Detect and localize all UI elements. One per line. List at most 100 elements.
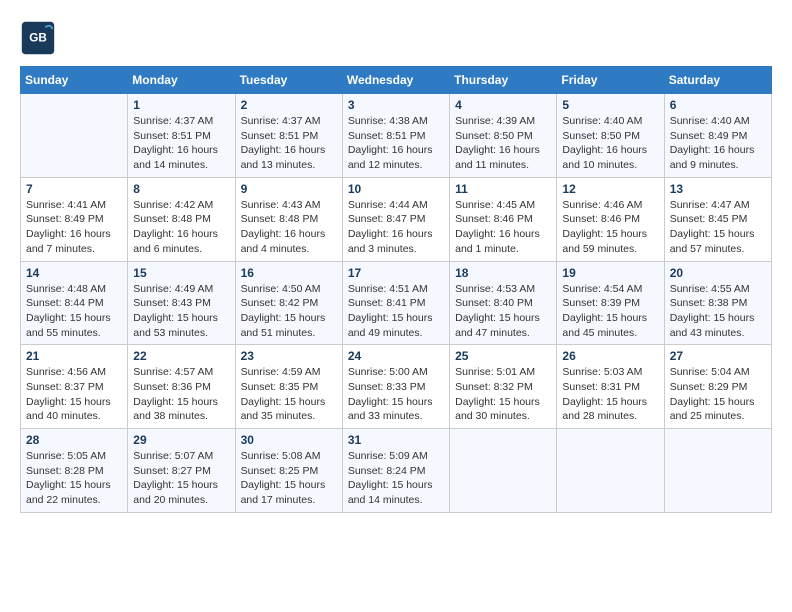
calendar-cell: 3 Sunrise: 4:38 AM Sunset: 8:51 PM Daylig… (342, 94, 449, 178)
calendar-cell: 30 Sunrise: 5:08 AM Sunset: 8:25 PM Dayli… (235, 429, 342, 513)
calendar-cell: 25Sunrise: 5:01 AM Sunset: 8:32 PM Dayli… (450, 345, 557, 429)
weekday-header-monday: Monday (128, 67, 235, 94)
day-info: Sunrise: 4:53 AM Sunset: 8:40 PM Dayligh… (455, 282, 551, 341)
day-info: Sunrise: 5:05 AM Sunset: 8:28 PM Dayligh… (26, 449, 122, 508)
calendar-cell: 7 Sunrise: 4:41 AM Sunset: 8:49 PM Daylig… (21, 177, 128, 261)
calendar-cell: 26 Sunrise: 5:03 AM Sunset: 8:31 PM Dayli… (557, 345, 664, 429)
calendar-week-5: 28Sunrise: 5:05 AM Sunset: 8:28 PM Dayli… (21, 429, 772, 513)
calendar-cell: 4 Sunrise: 4:39 AM Sunset: 8:50 PM Daylig… (450, 94, 557, 178)
day-number: 22 (133, 349, 229, 363)
calendar-cell: 16 Sunrise: 4:50 AM Sunset: 8:42 PM Dayli… (235, 261, 342, 345)
day-number: 5 (562, 98, 658, 112)
calendar-cell: 17 Sunrise: 4:51 AM Sunset: 8:41 PM Dayli… (342, 261, 449, 345)
day-info: Sunrise: 5:03 AM Sunset: 8:31 PM Dayligh… (562, 365, 658, 424)
calendar-cell: 27Sunrise: 5:04 AM Sunset: 8:29 PM Dayli… (664, 345, 771, 429)
svg-text:GB: GB (29, 32, 47, 45)
day-info: Sunrise: 4:57 AM Sunset: 8:36 PM Dayligh… (133, 365, 229, 424)
calendar-week-1: 1 Sunrise: 4:37 AM Sunset: 8:51 PM Daylig… (21, 94, 772, 178)
day-info: Sunrise: 4:46 AM Sunset: 8:46 PM Dayligh… (562, 198, 658, 257)
calendar-cell: 10Sunrise: 4:44 AM Sunset: 8:47 PM Dayli… (342, 177, 449, 261)
day-info: Sunrise: 4:54 AM Sunset: 8:39 PM Dayligh… (562, 282, 658, 341)
day-info: Sunrise: 5:09 AM Sunset: 8:24 PM Dayligh… (348, 449, 444, 508)
weekday-header-wednesday: Wednesday (342, 67, 449, 94)
day-info: Sunrise: 4:44 AM Sunset: 8:47 PM Dayligh… (348, 198, 444, 257)
day-info: Sunrise: 4:41 AM Sunset: 8:49 PM Dayligh… (26, 198, 122, 257)
calendar-cell: 12 Sunrise: 4:46 AM Sunset: 8:46 PM Dayli… (557, 177, 664, 261)
calendar-cell: 9Sunrise: 4:43 AM Sunset: 8:48 PM Daylig… (235, 177, 342, 261)
day-number: 7 (26, 182, 122, 196)
day-number: 19 (562, 266, 658, 280)
calendar-cell (557, 429, 664, 513)
calendar-cell (450, 429, 557, 513)
day-info: Sunrise: 4:45 AM Sunset: 8:46 PM Dayligh… (455, 198, 551, 257)
day-info: Sunrise: 4:49 AM Sunset: 8:43 PM Dayligh… (133, 282, 229, 341)
day-number: 15 (133, 266, 229, 280)
day-info: Sunrise: 4:40 AM Sunset: 8:50 PM Dayligh… (562, 114, 658, 173)
day-info: Sunrise: 4:50 AM Sunset: 8:42 PM Dayligh… (241, 282, 337, 341)
day-number: 18 (455, 266, 551, 280)
calendar-cell: 11 Sunrise: 4:45 AM Sunset: 8:46 PM Dayli… (450, 177, 557, 261)
calendar-week-3: 14 Sunrise: 4:48 AM Sunset: 8:44 PM Dayli… (21, 261, 772, 345)
calendar-cell: 29 Sunrise: 5:07 AM Sunset: 8:27 PM Dayli… (128, 429, 235, 513)
day-number: 24 (348, 349, 444, 363)
calendar-cell (664, 429, 771, 513)
logo-icon: GB (20, 20, 56, 56)
calendar-table: SundayMondayTuesdayWednesdayThursdayFrid… (20, 66, 772, 513)
day-info: Sunrise: 5:08 AM Sunset: 8:25 PM Dayligh… (241, 449, 337, 508)
day-number: 17 (348, 266, 444, 280)
weekday-header-friday: Friday (557, 67, 664, 94)
calendar-cell: 24 Sunrise: 5:00 AM Sunset: 8:33 PM Dayli… (342, 345, 449, 429)
day-number: 1 (133, 98, 229, 112)
day-number: 29 (133, 433, 229, 447)
calendar-cell: 6 Sunrise: 4:40 AM Sunset: 8:49 PM Daylig… (664, 94, 771, 178)
calendar-cell: 23Sunrise: 4:59 AM Sunset: 8:35 PM Dayli… (235, 345, 342, 429)
day-number: 8 (133, 182, 229, 196)
page-header: GB (20, 20, 772, 56)
calendar-cell: 5 Sunrise: 4:40 AM Sunset: 8:50 PM Daylig… (557, 94, 664, 178)
calendar-cell: 31 Sunrise: 5:09 AM Sunset: 8:24 PM Dayli… (342, 429, 449, 513)
calendar-header-row: SundayMondayTuesdayWednesdayThursdayFrid… (21, 67, 772, 94)
day-info: Sunrise: 4:47 AM Sunset: 8:45 PM Dayligh… (670, 198, 766, 257)
day-info: Sunrise: 5:00 AM Sunset: 8:33 PM Dayligh… (348, 365, 444, 424)
day-info: Sunrise: 4:38 AM Sunset: 8:51 PM Dayligh… (348, 114, 444, 173)
day-info: Sunrise: 4:40 AM Sunset: 8:49 PM Dayligh… (670, 114, 766, 173)
day-info: Sunrise: 4:48 AM Sunset: 8:44 PM Dayligh… (26, 282, 122, 341)
weekday-header-sunday: Sunday (21, 67, 128, 94)
day-number: 26 (562, 349, 658, 363)
calendar-body: 1 Sunrise: 4:37 AM Sunset: 8:51 PM Daylig… (21, 94, 772, 513)
day-number: 2 (241, 98, 337, 112)
weekday-header-tuesday: Tuesday (235, 67, 342, 94)
day-number: 16 (241, 266, 337, 280)
day-number: 23 (241, 349, 337, 363)
calendar-cell: 15 Sunrise: 4:49 AM Sunset: 8:43 PM Dayli… (128, 261, 235, 345)
day-number: 31 (348, 433, 444, 447)
calendar-cell: 21Sunrise: 4:56 AM Sunset: 8:37 PM Dayli… (21, 345, 128, 429)
day-info: Sunrise: 4:51 AM Sunset: 8:41 PM Dayligh… (348, 282, 444, 341)
day-info: Sunrise: 4:56 AM Sunset: 8:37 PM Dayligh… (26, 365, 122, 424)
calendar-week-2: 7 Sunrise: 4:41 AM Sunset: 8:49 PM Daylig… (21, 177, 772, 261)
day-info: Sunrise: 4:43 AM Sunset: 8:48 PM Dayligh… (241, 198, 337, 257)
day-number: 11 (455, 182, 551, 196)
day-number: 20 (670, 266, 766, 280)
day-number: 4 (455, 98, 551, 112)
day-info: Sunrise: 5:01 AM Sunset: 8:32 PM Dayligh… (455, 365, 551, 424)
weekday-header-thursday: Thursday (450, 67, 557, 94)
day-number: 6 (670, 98, 766, 112)
day-info: Sunrise: 5:07 AM Sunset: 8:27 PM Dayligh… (133, 449, 229, 508)
day-info: Sunrise: 4:39 AM Sunset: 8:50 PM Dayligh… (455, 114, 551, 173)
calendar-cell: 20Sunrise: 4:55 AM Sunset: 8:38 PM Dayli… (664, 261, 771, 345)
calendar-cell: 28Sunrise: 5:05 AM Sunset: 8:28 PM Dayli… (21, 429, 128, 513)
calendar-cell: 2 Sunrise: 4:37 AM Sunset: 8:51 PM Daylig… (235, 94, 342, 178)
calendar-cell: 19 Sunrise: 4:54 AM Sunset: 8:39 PM Dayli… (557, 261, 664, 345)
calendar-cell: 13Sunrise: 4:47 AM Sunset: 8:45 PM Dayli… (664, 177, 771, 261)
calendar-cell: 22 Sunrise: 4:57 AM Sunset: 8:36 PM Dayli… (128, 345, 235, 429)
day-number: 30 (241, 433, 337, 447)
calendar-week-4: 21Sunrise: 4:56 AM Sunset: 8:37 PM Dayli… (21, 345, 772, 429)
day-number: 12 (562, 182, 658, 196)
day-info: Sunrise: 5:04 AM Sunset: 8:29 PM Dayligh… (670, 365, 766, 424)
calendar-cell (21, 94, 128, 178)
day-info: Sunrise: 4:42 AM Sunset: 8:48 PM Dayligh… (133, 198, 229, 257)
day-info: Sunrise: 4:37 AM Sunset: 8:51 PM Dayligh… (241, 114, 337, 173)
day-number: 3 (348, 98, 444, 112)
day-number: 14 (26, 266, 122, 280)
